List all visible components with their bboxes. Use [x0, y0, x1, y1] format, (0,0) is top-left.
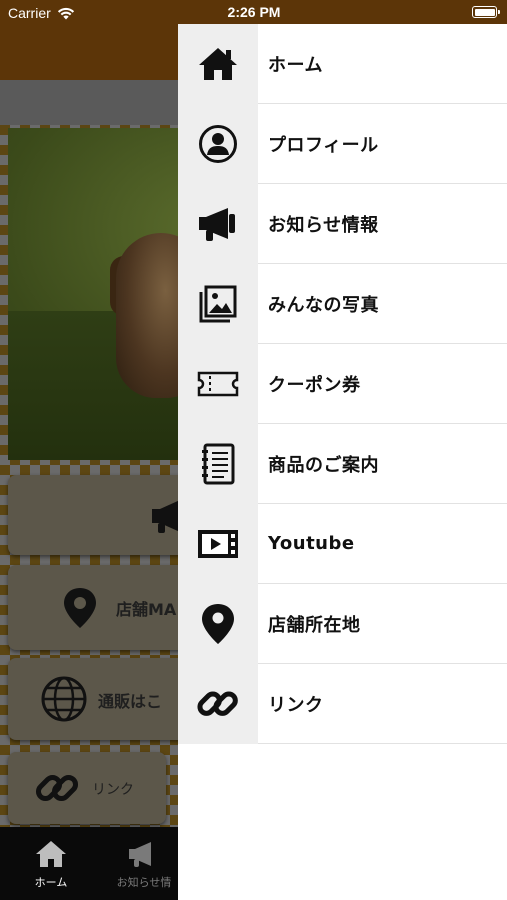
notebook-icon [202, 443, 235, 484]
menu-item-link[interactable]: リンク [178, 663, 507, 744]
globe-icon [41, 676, 87, 722]
battery-icon [472, 6, 500, 18]
megaphone-icon [199, 207, 235, 241]
link-card[interactable]: リンク [8, 752, 166, 824]
menu-item-label: ホーム [268, 54, 323, 76]
menu-item-label: 商品のご案内 [268, 454, 379, 476]
home-icon [199, 47, 237, 80]
menu-item-label: クーポン券 [268, 374, 361, 396]
tab-home-label: ホーム [34, 876, 68, 889]
menu-item-label: プロフィール [268, 134, 379, 156]
map-pin-icon [202, 603, 234, 644]
menu-item-label: 店舗所在地 [268, 614, 361, 636]
home-icon [36, 841, 66, 867]
tab-home[interactable]: ホーム [6, 827, 96, 900]
link-icon [35, 774, 79, 802]
store-map-label: 店舗MA [116, 600, 177, 619]
profile-icon [199, 124, 237, 163]
link-card-label: リンク [92, 782, 134, 798]
menu-item-news[interactable]: お知らせ情報 [178, 183, 507, 264]
status-time: 2:26 PM [227, 4, 281, 20]
menu-item-home[interactable]: ホーム [178, 23, 507, 104]
menu-item-youtube[interactable]: Youtube [178, 503, 507, 584]
menu-item-label: みんなの写真 [268, 294, 379, 316]
menu-item-profile[interactable]: プロフィール [178, 103, 507, 184]
menu-item-label: お知らせ情報 [268, 214, 379, 236]
wifi-icon [57, 7, 74, 19]
video-icon [198, 529, 238, 558]
menu-item-location[interactable]: 店舗所在地 [178, 583, 507, 664]
menu-item-products[interactable]: 商品のご案内 [178, 423, 507, 504]
drawer-menu: ホーム プロフィール お知らせ情報 みんなの写真 クーポン券 商品のご案内 Yo… [178, 23, 507, 744]
menu-item-photos[interactable]: みんなの写真 [178, 263, 507, 344]
link-icon [197, 690, 238, 716]
tab-news[interactable]: お知らせ情 [108, 827, 180, 900]
menu-item-label: Youtube [268, 533, 355, 554]
megaphone-icon [129, 842, 151, 867]
menu-item-coupon[interactable]: クーポン券 [178, 343, 507, 424]
status-carrier: Carrier [8, 5, 75, 21]
mail-order-label: 通販はこ [98, 692, 163, 711]
menu-item-label: リンク [268, 694, 324, 716]
tab-news-label: お知らせ情 [116, 876, 172, 889]
photo-gallery-icon [199, 285, 237, 322]
map-pin-icon [64, 588, 96, 628]
status-bar: 2:26 PM [178, 0, 507, 24]
side-drawer: 2:26 PM ホーム プロフィール お知らせ情報 みんなの写真 クーポン券 商… [178, 0, 507, 900]
carrier-label: Carrier [8, 5, 51, 21]
ticket-icon [197, 371, 239, 396]
